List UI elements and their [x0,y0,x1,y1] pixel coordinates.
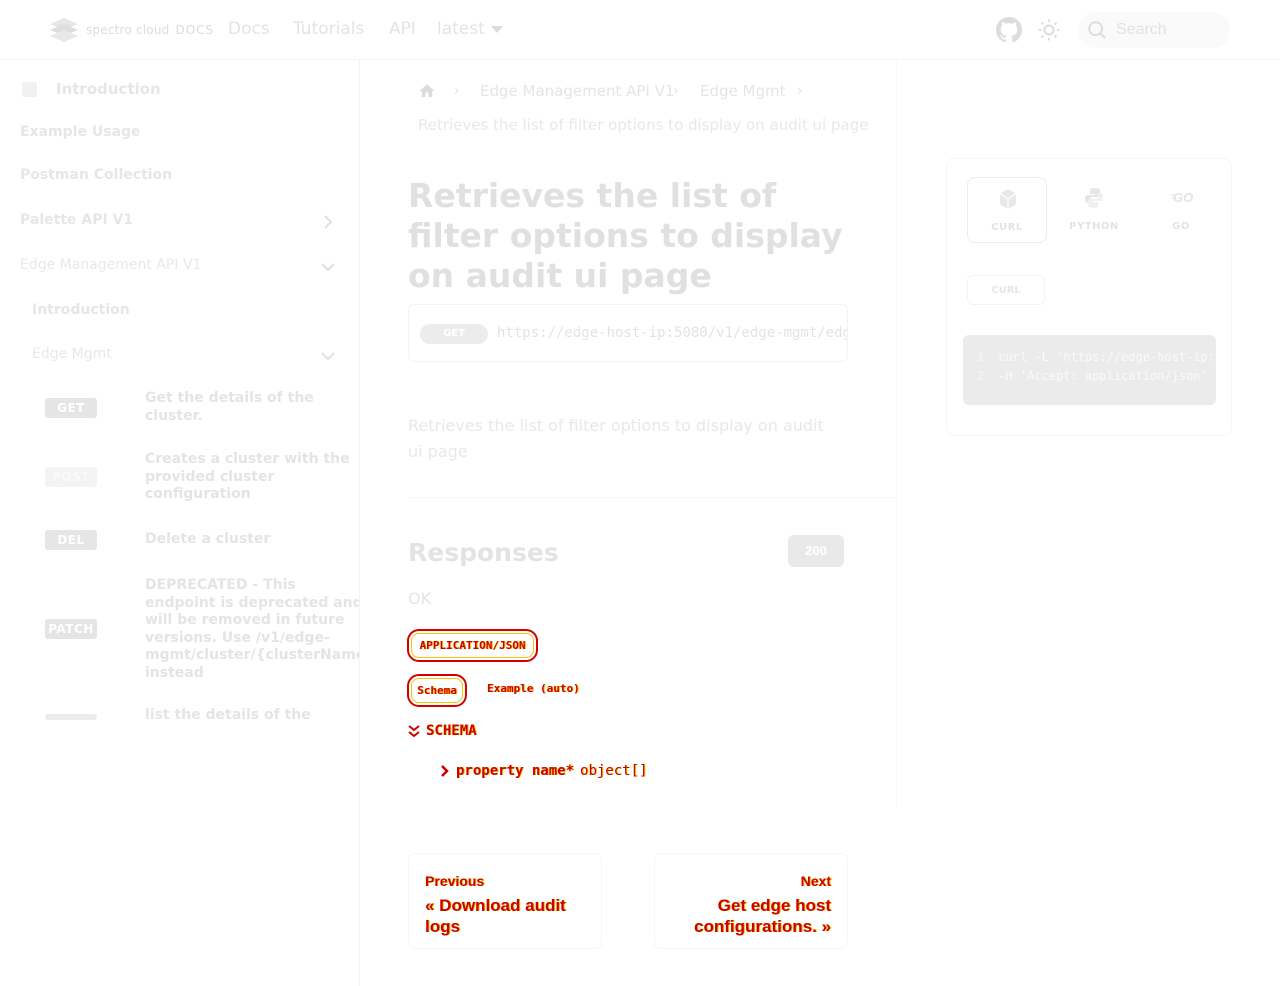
breadcrumb-edge-management-api[interactable]: Edge Management API V1 [480,82,674,100]
sidebar: Introduction Example Usage Postman Colle… [0,60,360,986]
method-badge-get: GET [420,324,488,344]
tab-python-label: PYTHON [1069,221,1119,232]
sidebar-endpoint-create-cluster[interactable]: Creates a cluster with the provided clus… [145,451,359,504]
home-icon[interactable] [418,82,436,100]
method-badge-get: GET [45,398,97,418]
chevron-down-icon[interactable] [318,346,338,366]
sidebar-item-palette-api[interactable]: Palette API V1 [20,212,133,228]
previous-label: Previous [425,873,485,889]
chevron-right-icon [441,765,449,777]
tab-curl-label: CURL [991,222,1023,233]
schema-label: SCHEMA [426,723,477,739]
svg-text:GO: GO [1173,190,1193,205]
method-badge [45,714,97,720]
sidebar-item-postman-collection[interactable]: Postman Collection [20,167,172,183]
example-auto-tab[interactable]: Example (auto) [487,682,580,695]
code-line-text: -H 'Accept: application/json' [998,369,1208,383]
code-line: 2 -H 'Accept: application/json' [977,369,1208,383]
method-badge-post: POST [45,467,97,487]
breadcrumb-current: Retrieves the list of filter options to … [418,116,869,134]
search-box[interactable] [1078,12,1230,48]
sidebar-collapse-icon[interactable] [22,82,37,97]
tab-python[interactable]: PYTHON [1054,177,1134,243]
property-type: object[] [580,763,648,779]
method-badge-del: DEL [45,530,97,550]
line-number: 1 [977,350,985,364]
tab-go[interactable]: GO GO [1141,177,1221,243]
sidebar-item-edge-introduction[interactable]: Introduction [32,302,130,318]
code-line: 1 curl -L 'https://edge-host-ip:5080/v1/e… [977,350,1216,364]
spectro-cloud-logo-icon [50,18,78,42]
sidebar-endpoint-get-cluster[interactable]: Get the details of the cluster. [145,390,359,425]
search-input[interactable] [1116,21,1226,39]
code-samples-panel: CURL PYTHON GO GO CURL 1 curl -L 'https:/… [946,158,1232,436]
sidebar-endpoint-delete-cluster[interactable]: Delete a cluster [145,531,359,549]
tab-curl[interactable]: CURL [967,177,1047,243]
schema-tab[interactable]: Schema [407,674,467,707]
endpoint-url-box[interactable]: GET https://edge-host-ip:5080/v1/edge-mg… [408,304,848,362]
content-divider [896,60,897,806]
breadcrumb-separator: › [454,83,460,99]
sidebar-item-edge-management-api[interactable]: Edge Management API V1 [20,257,201,273]
nav-api-link[interactable]: API [389,19,416,39]
code-block[interactable]: 1 curl -L 'https://edge-host-ip:5080/v1/e… [963,335,1216,405]
sidebar-item-example-usage[interactable]: Example Usage [20,124,140,140]
brand-suffix: DOCS [175,23,215,37]
response-description: OK [408,589,432,608]
python-icon [1085,188,1103,208]
property-name: property name* [456,763,575,779]
next-page-card[interactable]: Next Get edge host configurations. » [654,853,848,949]
nav-tutorials-link[interactable]: Tutorials [293,19,364,39]
tab-go-label: GO [1172,221,1190,232]
chevron-right-icon[interactable] [318,212,338,232]
sidebar-item-edge-mgmt[interactable]: Edge Mgmt [32,346,112,362]
content-type-tab-application-json[interactable]: APPLICATION/JSON [407,629,538,662]
next-page-title: Get edge host configurations. » [694,896,831,936]
search-icon [1088,21,1106,39]
theme-toggle-sun-icon[interactable] [1037,18,1061,46]
status-code-200-button[interactable]: 200 [788,535,844,567]
breadcrumb-separator: › [673,83,679,99]
sidebar-item-introduction[interactable]: Introduction [56,80,161,98]
nav-docs-link[interactable]: Docs [228,19,270,39]
endpoint-description: Retrieves the list of filter options to … [408,416,824,461]
brand-name: spectro cloud [86,23,170,37]
breadcrumb-separator: › [797,83,803,99]
chevron-down-icon[interactable] [318,257,338,277]
schema-property-row[interactable]: property name* object[] [440,763,647,779]
version-dropdown[interactable]: latest [437,19,503,39]
code-line-text: curl -L 'https://edge-host-ip:5080/v1/ed… [998,350,1216,364]
line-number: 2 [977,369,985,383]
sidebar-endpoint-list-details[interactable]: list the details of the [145,707,359,725]
chevron-double-down-icon [408,725,420,738]
section-divider [408,497,896,498]
go-icon: GO [1171,190,1193,205]
curl-icon [999,189,1017,209]
code-subtab-curl[interactable]: CURL [967,275,1045,305]
next-label: Next [800,873,831,889]
responses-title: Responses [408,538,559,567]
top-navbar: spectro cloud DOCS Docs Tutorials API la… [0,0,1280,60]
previous-page-title: « Download audit logs [425,896,566,936]
caret-down-icon [490,25,503,33]
endpoint-url: https://edge-host-ip:5080/v1/edge-mgmt/e… [497,325,847,341]
previous-page-card[interactable]: Previous « Download audit logs [408,853,602,949]
sidebar-endpoint-deprecated-patch[interactable]: DEPRECATED - This endpoint is deprecated… [145,577,359,682]
schema-toggle[interactable]: SCHEMA [408,723,477,739]
github-icon[interactable] [996,17,1022,47]
version-label: latest [437,19,485,39]
method-badge-patch: PATCH [45,619,97,639]
page-title: Retrieves the list of filter options to … [408,176,843,295]
spectro-cloud-logo[interactable]: spectro cloud DOCS [48,16,214,44]
breadcrumb-edge-mgmt[interactable]: Edge Mgmt [700,82,785,100]
